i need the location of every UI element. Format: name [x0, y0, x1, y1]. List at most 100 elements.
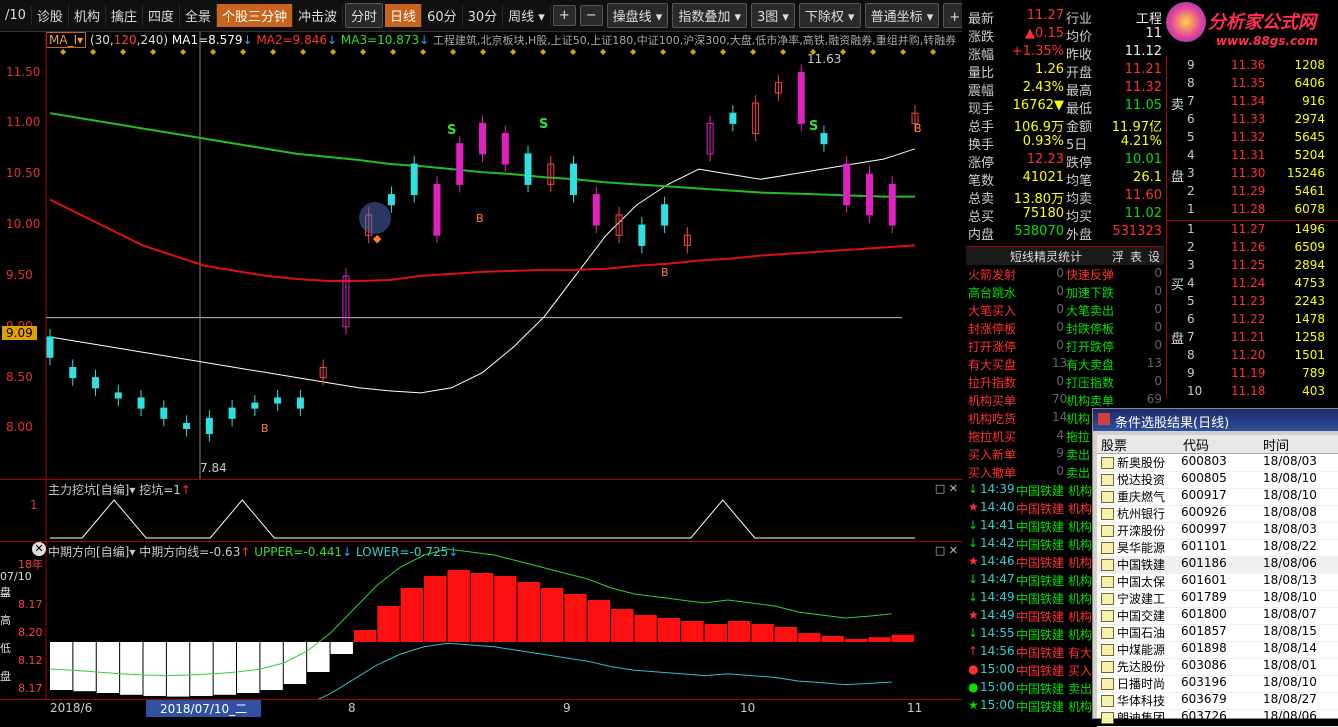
- toolbar-item[interactable]: 诊股: [32, 4, 69, 27]
- buy-signal-marker: B: [476, 212, 484, 225]
- screener-row[interactable]: 杭州银行 600926 18/08/08: [1097, 505, 1338, 523]
- candle-body: [46, 336, 54, 358]
- toolbar-item[interactable]: 30分: [463, 4, 504, 27]
- screener-row[interactable]: 中煤能源 601898 18/08/14: [1097, 641, 1338, 659]
- stats-tab[interactable]: 浮: [1112, 248, 1124, 265]
- cursor-info-line: 8.20: [18, 626, 43, 639]
- toolbar-item[interactable]: 擒庄: [106, 4, 143, 27]
- level-price: 11.31: [1231, 148, 1266, 162]
- toolbar-item[interactable]: 3图 ▾: [750, 3, 795, 28]
- toolbar-item[interactable]: +: [552, 5, 576, 26]
- screener-row[interactable]: 中国铁建 601186 18/08/06: [1097, 556, 1338, 574]
- stock-code: 601186: [1181, 556, 1227, 570]
- indicator2-title[interactable]: 中期方向[自编]▾: [48, 545, 135, 559]
- stats-row: 大笔买入 0 大笔卖出 0: [966, 302, 1164, 320]
- price-chart-panel[interactable]: MA_I▾ (30,120,240) MA1=8.579↓ MA2=9.846↓…: [0, 32, 962, 479]
- ticker-time: 14:41: [980, 518, 1015, 532]
- quote-value: 11.05: [1124, 98, 1162, 113]
- sell-order-row: 7 11.34 916: [1187, 94, 1337, 112]
- toolbar-item[interactable]: 普通坐标 ▾: [864, 3, 940, 28]
- toolbar-item[interactable]: −: [579, 5, 603, 26]
- toolbar-item[interactable]: 个股三分钟: [217, 4, 294, 27]
- toolbar-item[interactable]: 操盘线 ▾: [606, 3, 669, 28]
- stats-count: 70: [1052, 392, 1068, 406]
- level-qty: 1478: [1294, 312, 1325, 326]
- close-icon[interactable]: ✕: [32, 542, 46, 556]
- screener-row[interactable]: 昊华能源 601101 18/08/22: [1097, 539, 1338, 557]
- toolbar-item[interactable]: 下除权 ▾: [798, 3, 861, 28]
- candle-body: [274, 397, 282, 404]
- col-header-stock[interactable]: 股票: [1097, 435, 1180, 454]
- screener-row[interactable]: 中国交建 601800 18/08/07: [1097, 607, 1338, 625]
- event-diamond: ◆: [90, 47, 97, 56]
- level-qty: 6078: [1294, 202, 1325, 216]
- screener-row[interactable]: 华体科技 603679 18/08/27: [1097, 692, 1338, 710]
- quote-value: 12.23: [1026, 152, 1064, 167]
- level-num: 8: [1187, 348, 1195, 362]
- candle-body: [729, 112, 737, 124]
- arrow-icon: ↓: [968, 572, 979, 586]
- toolbar-item[interactable]: +自选 ▾: [943, 3, 962, 28]
- screener-row[interactable]: 朗迪集团 603726 18/08/06: [1097, 709, 1338, 727]
- screener-row[interactable]: 日播时尚 603196 18/08/10: [1097, 675, 1338, 693]
- folder-icon: [1101, 559, 1114, 571]
- select-date: 18/08/08: [1263, 505, 1317, 519]
- col-header-time[interactable]: 时间: [1259, 435, 1338, 454]
- toolbar-item[interactable]: 冲击波: [293, 4, 344, 27]
- stats-label: 大笔卖出: [1066, 304, 1115, 318]
- stats-count: 0: [1154, 374, 1162, 388]
- folder-icon: [1101, 627, 1114, 639]
- xaxis-label: 9: [563, 701, 571, 715]
- buy-order-row: 1 11.27 1496: [1187, 222, 1337, 240]
- stats-label: 封跌停板: [1066, 322, 1115, 336]
- toolbar-item[interactable]: 全景: [180, 4, 217, 27]
- toolbar-item[interactable]: 分时: [345, 3, 384, 28]
- indicator-panel-2[interactable]: 中期方向[自编]▾ 中期方向线=-0.63↑ UPPER=-0.441↓ LOW…: [0, 541, 962, 700]
- screener-row[interactable]: 中国太保 601601 18/08/13: [1097, 573, 1338, 591]
- toolbar-item[interactable]: 四度: [143, 4, 180, 27]
- col-header-code[interactable]: 代码: [1179, 435, 1260, 454]
- panel2-controls[interactable]: □ ✕: [935, 544, 958, 557]
- direction-bar: [330, 642, 353, 654]
- ticker-stock: 中国铁建: [1016, 556, 1065, 570]
- ticker-stock: 中国铁建: [1016, 646, 1065, 660]
- ticker-stock: 中国铁建: [1016, 628, 1065, 642]
- screener-row[interactable]: 新奥股份 600803 18/08/03: [1097, 454, 1338, 472]
- popup-titlebar[interactable]: 条件选股结果(日线): [1093, 409, 1338, 431]
- buy-order-row: 2 11.26 6509: [1187, 240, 1337, 258]
- level-num: 1: [1187, 222, 1195, 236]
- indicator-panel-1[interactable]: 主力挖坑[自编]▾ 挖坑=1↑ 1 □ ✕: [0, 479, 962, 542]
- ticker-row: ↓ 14:39 中国铁建 机构: [966, 482, 1096, 500]
- level-num: 9: [1187, 58, 1195, 72]
- level-num: 4: [1187, 276, 1195, 290]
- candle-body: [479, 122, 486, 155]
- stock-name: 中国太保: [1117, 575, 1166, 589]
- arrow-icon: ↓: [968, 626, 979, 640]
- toolbar-item[interactable]: /10: [0, 6, 32, 25]
- screener-row[interactable]: 开滦股份 600997 18/08/03: [1097, 522, 1338, 540]
- toolbar-item[interactable]: 周线 ▾: [503, 4, 551, 27]
- screener-row[interactable]: 中国石油 601857 18/08/15: [1097, 624, 1338, 642]
- stock-screener-popup[interactable]: 条件选股结果(日线) 股票 代码 时间 新奥股份 600803 18/08/03 悦达…: [1092, 408, 1338, 727]
- level-qty: 1496: [1294, 222, 1325, 236]
- toolbar-item[interactable]: 机构: [69, 4, 106, 27]
- direction-bar: [237, 642, 260, 693]
- screener-row[interactable]: 悦达投资 600805 18/08/10: [1097, 471, 1338, 489]
- level-qty: 6509: [1294, 240, 1325, 254]
- screener-row[interactable]: 重庆燃气 600917 18/08/10: [1097, 488, 1338, 506]
- stats-tab[interactable]: 表: [1130, 248, 1142, 265]
- toolbar-item[interactable]: 指数叠加 ▾: [672, 3, 747, 28]
- select-date: 18/08/14: [1263, 641, 1317, 655]
- direction-bar: [73, 642, 96, 692]
- screener-row[interactable]: 宁波建工 601789 18/08/10: [1097, 590, 1338, 608]
- stock-code: 601101: [1181, 539, 1227, 553]
- direction-bar: [447, 570, 470, 642]
- ticker-action: 机构: [1068, 700, 1093, 714]
- direction-bar: [798, 633, 821, 642]
- stats-tab[interactable]: 设: [1148, 248, 1160, 265]
- level-qty: 1258: [1294, 330, 1325, 344]
- stats-label: 机构买单: [968, 394, 1017, 408]
- toolbar-item[interactable]: 日线: [385, 4, 423, 27]
- toolbar-item[interactable]: 60分: [422, 4, 463, 27]
- screener-row[interactable]: 先达股份 603086 18/08/01: [1097, 658, 1338, 676]
